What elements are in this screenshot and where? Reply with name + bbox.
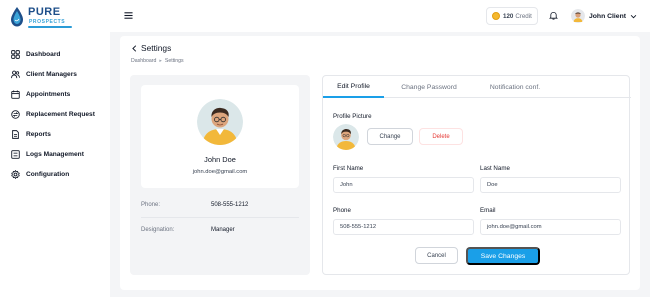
sidebar-item-client-managers[interactable]: Client Managers: [0, 64, 110, 84]
divider: [141, 217, 299, 218]
designation-label: Designation:: [141, 227, 175, 233]
delete-picture-button[interactable]: Delete: [419, 128, 463, 145]
profile-name: John Doe: [204, 155, 236, 164]
back-arrow-icon[interactable]: [131, 44, 138, 52]
profile-picture-label: Profile Picture: [333, 113, 372, 120]
logo-tagline: PROSPECTS: [29, 19, 66, 25]
sidebar-item-label: Appointments: [26, 90, 71, 98]
page-title: Settings: [131, 43, 171, 53]
phone-field[interactable]: 508-555-1212: [333, 219, 474, 235]
first-name-label: First Name: [333, 165, 364, 172]
sidebar-item-replacement-request[interactable]: Replacement Request: [0, 104, 110, 124]
sidebar-item-label: Logs Management: [26, 150, 84, 158]
user-menu[interactable]: John Client: [571, 7, 637, 25]
phone-value: 508-555-1212: [211, 202, 249, 208]
sidebar-item-configuration[interactable]: Configuration: [0, 164, 110, 184]
email-field[interactable]: john.doe@gmail.com: [480, 219, 621, 235]
profile-picture-thumbnail: [333, 124, 359, 150]
sidebar-item-label: Configuration: [26, 170, 70, 178]
sidebar: PURE PROSPECTS Dashboard Client Managers…: [0, 0, 110, 297]
profile-header: John Doe john.doe@gmail.com: [141, 85, 299, 188]
breadcrumb-settings: Settings: [164, 58, 184, 64]
sidebar-item-label: Replacement Request: [26, 110, 95, 118]
designation-value: Manager: [211, 227, 235, 233]
calendar-icon: [11, 89, 20, 99]
sidebar-item-label: Dashboard: [26, 50, 61, 58]
email-label: Email: [480, 207, 496, 214]
save-changes-button[interactable]: Save Changes: [466, 247, 540, 265]
list-icon: [11, 149, 20, 159]
last-name-label: Last Name: [480, 165, 510, 172]
change-picture-button[interactable]: Change: [367, 128, 413, 145]
profile-summary-card: John Doe john.doe@gmail.com Phone: 508-5…: [130, 75, 310, 275]
top-header: 120 Credit John Client: [110, 0, 650, 32]
logo-underline: [28, 26, 72, 28]
designation-row: Designation: Manager: [141, 227, 299, 233]
sidebar-item-dashboard[interactable]: Dashboard: [0, 44, 110, 64]
profile-avatar: [197, 99, 243, 145]
grid-icon: [11, 49, 20, 59]
edit-profile-card: Edit Profile Change Password Notificatio…: [322, 75, 631, 275]
avatar: [571, 9, 585, 23]
chevron-down-icon: [630, 14, 637, 18]
first-name-field[interactable]: John: [333, 177, 474, 193]
tab-edit-profile[interactable]: Edit Profile: [323, 76, 384, 98]
water-drop-icon: [11, 7, 23, 27]
tab-change-password[interactable]: Change Password: [391, 76, 467, 98]
credit-value: 120: [503, 12, 514, 20]
coin-icon: [492, 12, 500, 20]
tab-notification-conf[interactable]: Notification conf.: [475, 76, 555, 98]
logo-title: PURE: [28, 6, 61, 18]
phone-label: Phone:: [141, 202, 161, 208]
sidebar-nav: Dashboard Client Managers Appointments R…: [0, 44, 110, 184]
sidebar-item-logs-management[interactable]: Logs Management: [0, 144, 110, 164]
hamburger-menu-icon[interactable]: [124, 11, 133, 20]
settings-tabs: Edit Profile Change Password Notificatio…: [323, 76, 631, 98]
breadcrumb: Dashboard ▸ Settings: [131, 58, 184, 64]
credit-badge[interactable]: 120 Credit: [486, 7, 538, 25]
settings-content: Settings Dashboard ▸ Settings John Doe j…: [120, 36, 640, 290]
profile-email: john.doe@gmail.com: [192, 169, 248, 175]
sidebar-item-label: Reports: [26, 130, 51, 138]
sidebar-item-appointments[interactable]: Appointments: [0, 84, 110, 104]
cancel-button[interactable]: Cancel: [415, 247, 458, 264]
document-icon: [11, 129, 20, 139]
swap-icon: [11, 109, 20, 119]
users-icon: [11, 70, 20, 79]
sidebar-item-reports[interactable]: Reports: [0, 124, 110, 144]
logo[interactable]: PURE PROSPECTS: [10, 6, 80, 30]
phone-row: Phone: 508-555-1212: [141, 202, 299, 208]
sidebar-item-label: Client Managers: [26, 70, 77, 78]
credit-label: Credit: [515, 12, 532, 20]
breadcrumb-dashboard[interactable]: Dashboard: [131, 58, 156, 64]
phone-label: Phone: [333, 207, 351, 214]
last-name-field[interactable]: Doe: [480, 177, 621, 193]
breadcrumb-separator-icon: ▸: [159, 58, 162, 64]
user-name: John Client: [589, 12, 627, 20]
bell-icon[interactable]: [549, 11, 558, 20]
gear-icon: [11, 169, 20, 179]
page-title-text: Settings: [141, 43, 172, 53]
